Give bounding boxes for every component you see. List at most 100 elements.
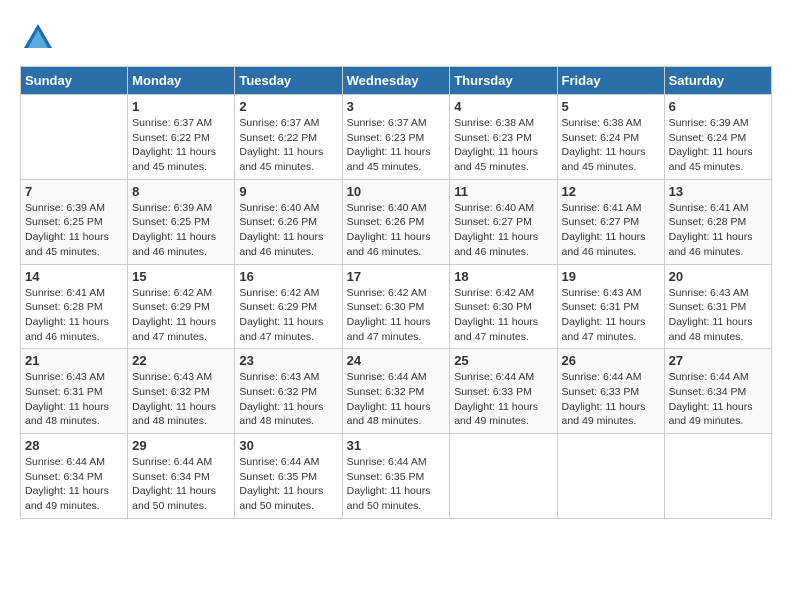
day-number: 20 [669,269,767,284]
day-header-friday: Friday [557,67,664,95]
day-number: 3 [347,99,446,114]
day-info: Sunrise: 6:44 AMSunset: 6:35 PMDaylight:… [239,455,337,514]
day-cell: 16 Sunrise: 6:42 AMSunset: 6:29 PMDayligh… [235,264,342,349]
day-number: 28 [25,438,123,453]
day-info: Sunrise: 6:40 AMSunset: 6:26 PMDaylight:… [347,201,446,260]
day-number: 7 [25,184,123,199]
calendar-table: SundayMondayTuesdayWednesdayThursdayFrid… [20,66,772,519]
day-cell: 17 Sunrise: 6:42 AMSunset: 6:30 PMDayligh… [342,264,450,349]
day-cell: 30 Sunrise: 6:44 AMSunset: 6:35 PMDayligh… [235,434,342,519]
day-info: Sunrise: 6:43 AMSunset: 6:32 PMDaylight:… [132,370,230,429]
day-number: 31 [347,438,446,453]
day-info: Sunrise: 6:43 AMSunset: 6:31 PMDaylight:… [562,286,660,345]
day-info: Sunrise: 6:42 AMSunset: 6:29 PMDaylight:… [132,286,230,345]
day-cell: 31 Sunrise: 6:44 AMSunset: 6:35 PMDayligh… [342,434,450,519]
day-info: Sunrise: 6:44 AMSunset: 6:34 PMDaylight:… [25,455,123,514]
logo-icon [20,20,56,56]
day-header-wednesday: Wednesday [342,67,450,95]
day-info: Sunrise: 6:43 AMSunset: 6:31 PMDaylight:… [669,286,767,345]
day-cell: 13 Sunrise: 6:41 AMSunset: 6:28 PMDayligh… [664,179,771,264]
week-row-1: 1 Sunrise: 6:37 AMSunset: 6:22 PMDaylight… [21,95,772,180]
day-cell: 19 Sunrise: 6:43 AMSunset: 6:31 PMDayligh… [557,264,664,349]
day-header-tuesday: Tuesday [235,67,342,95]
day-cell [450,434,557,519]
day-info: Sunrise: 6:42 AMSunset: 6:30 PMDaylight:… [347,286,446,345]
day-info: Sunrise: 6:44 AMSunset: 6:33 PMDaylight:… [454,370,552,429]
day-info: Sunrise: 6:38 AMSunset: 6:24 PMDaylight:… [562,116,660,175]
day-number: 24 [347,353,446,368]
day-cell: 18 Sunrise: 6:42 AMSunset: 6:30 PMDayligh… [450,264,557,349]
day-cell: 15 Sunrise: 6:42 AMSunset: 6:29 PMDayligh… [128,264,235,349]
day-number: 13 [669,184,767,199]
day-info: Sunrise: 6:37 AMSunset: 6:23 PMDaylight:… [347,116,446,175]
day-cell: 21 Sunrise: 6:43 AMSunset: 6:31 PMDayligh… [21,349,128,434]
day-number: 9 [239,184,337,199]
day-info: Sunrise: 6:43 AMSunset: 6:32 PMDaylight:… [239,370,337,429]
day-cell: 24Sunrise: 6:44 AMSunset: 6:32 PMDayligh… [342,349,450,434]
day-cell [664,434,771,519]
day-cell: 27 Sunrise: 6:44 AMSunset: 6:34 PMDayligh… [664,349,771,434]
page-header [20,20,772,56]
day-number: 12 [562,184,660,199]
day-cell: 7 Sunrise: 6:39 AMSunset: 6:25 PMDaylight… [21,179,128,264]
day-info: Sunrise: 6:37 AMSunset: 6:22 PMDaylight:… [239,116,337,175]
day-number: 18 [454,269,552,284]
day-info: Sunrise: 6:38 AMSunset: 6:23 PMDaylight:… [454,116,552,175]
day-number: 2 [239,99,337,114]
day-number: 14 [25,269,123,284]
week-row-4: 21 Sunrise: 6:43 AMSunset: 6:31 PMDayligh… [21,349,772,434]
day-number: 11 [454,184,552,199]
week-row-2: 7 Sunrise: 6:39 AMSunset: 6:25 PMDaylight… [21,179,772,264]
day-info: Sunrise: 6:43 AMSunset: 6:31 PMDaylight:… [25,370,123,429]
day-number: 21 [25,353,123,368]
day-number: 22 [132,353,230,368]
day-cell: 3 Sunrise: 6:37 AMSunset: 6:23 PMDaylight… [342,95,450,180]
week-row-3: 14Sunrise: 6:41 AMSunset: 6:28 PMDayligh… [21,264,772,349]
day-number: 29 [132,438,230,453]
day-cell [21,95,128,180]
logo [20,20,60,56]
day-number: 10 [347,184,446,199]
day-info: Sunrise: 6:39 AMSunset: 6:25 PMDaylight:… [132,201,230,260]
day-header-monday: Monday [128,67,235,95]
day-cell: 23 Sunrise: 6:43 AMSunset: 6:32 PMDayligh… [235,349,342,434]
day-number: 15 [132,269,230,284]
day-number: 23 [239,353,337,368]
day-cell: 10 Sunrise: 6:40 AMSunset: 6:26 PMDayligh… [342,179,450,264]
day-info: Sunrise: 6:39 AMSunset: 6:25 PMDaylight:… [25,201,123,260]
day-info: Sunrise: 6:44 AMSunset: 6:34 PMDaylight:… [669,370,767,429]
day-info: Sunrise: 6:44 AMSunset: 6:35 PMDaylight:… [347,455,446,514]
day-number: 19 [562,269,660,284]
day-number: 27 [669,353,767,368]
day-info: Sunrise: 6:40 AMSunset: 6:27 PMDaylight:… [454,201,552,260]
day-header-saturday: Saturday [664,67,771,95]
day-cell: 1 Sunrise: 6:37 AMSunset: 6:22 PMDaylight… [128,95,235,180]
day-info: Sunrise: 6:41 AMSunset: 6:28 PMDaylight:… [669,201,767,260]
day-number: 4 [454,99,552,114]
day-cell: 20 Sunrise: 6:43 AMSunset: 6:31 PMDayligh… [664,264,771,349]
day-cell: 2 Sunrise: 6:37 AMSunset: 6:22 PMDaylight… [235,95,342,180]
day-cell: 14Sunrise: 6:41 AMSunset: 6:28 PMDayligh… [21,264,128,349]
day-number: 25 [454,353,552,368]
day-number: 16 [239,269,337,284]
day-cell: 29 Sunrise: 6:44 AMSunset: 6:34 PMDayligh… [128,434,235,519]
day-cell: 8Sunrise: 6:39 AMSunset: 6:25 PMDaylight… [128,179,235,264]
day-info: Sunrise: 6:42 AMSunset: 6:30 PMDaylight:… [454,286,552,345]
day-number: 6 [669,99,767,114]
day-cell: 26Sunrise: 6:44 AMSunset: 6:33 PMDayligh… [557,349,664,434]
days-header-row: SundayMondayTuesdayWednesdayThursdayFrid… [21,67,772,95]
day-cell: 9 Sunrise: 6:40 AMSunset: 6:26 PMDaylight… [235,179,342,264]
day-info: Sunrise: 6:40 AMSunset: 6:26 PMDaylight:… [239,201,337,260]
day-cell: 6Sunrise: 6:39 AMSunset: 6:24 PMDaylight… [664,95,771,180]
day-number: 1 [132,99,230,114]
day-number: 30 [239,438,337,453]
day-number: 26 [562,353,660,368]
day-info: Sunrise: 6:41 AMSunset: 6:27 PMDaylight:… [562,201,660,260]
day-info: Sunrise: 6:37 AMSunset: 6:22 PMDaylight:… [132,116,230,175]
day-info: Sunrise: 6:42 AMSunset: 6:29 PMDaylight:… [239,286,337,345]
day-cell: 25 Sunrise: 6:44 AMSunset: 6:33 PMDayligh… [450,349,557,434]
day-cell: 11 Sunrise: 6:40 AMSunset: 6:27 PMDayligh… [450,179,557,264]
day-number: 17 [347,269,446,284]
day-info: Sunrise: 6:44 AMSunset: 6:34 PMDaylight:… [132,455,230,514]
day-cell: 5Sunrise: 6:38 AMSunset: 6:24 PMDaylight… [557,95,664,180]
